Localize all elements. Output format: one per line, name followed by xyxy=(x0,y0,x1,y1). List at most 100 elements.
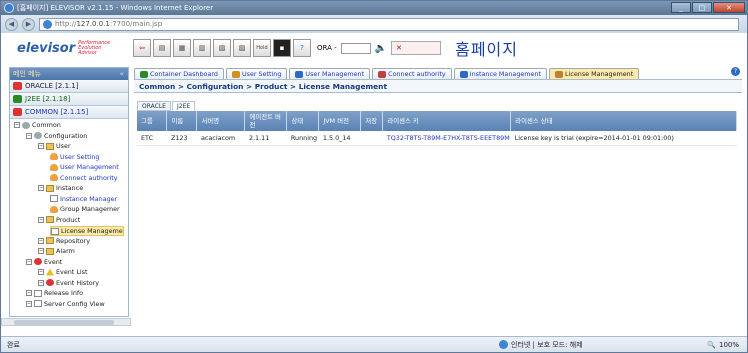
tree-item-label: Event xyxy=(44,257,63,266)
tab-label: Instance Management xyxy=(469,70,542,78)
column-header[interactable]: 저장 xyxy=(360,111,384,131)
section-j2ee[interactable]: J2EE [2.1.18] xyxy=(10,93,128,106)
fold-icon xyxy=(46,142,54,150)
section-oracle[interactable]: ORACLE [2.1.1] xyxy=(10,80,128,93)
tree-item-label: Repository xyxy=(56,236,90,245)
tree-item[interactable]: − Instance xyxy=(38,184,83,192)
forward-icon[interactable]: ▶ xyxy=(22,17,35,31)
tree-item[interactable]: − Common xyxy=(14,121,61,129)
doc-icon xyxy=(51,227,59,235)
table-cell: License key is trial (expire=2014-01-01 … xyxy=(510,131,737,146)
table-row[interactable]: ETC Z123 acaciacom 2.1.11 Running 1.5.0_14 TQ3… xyxy=(137,131,737,146)
tree-item-label: Server Config View xyxy=(44,299,105,308)
subtab-oracle[interactable]: ORACLE xyxy=(137,101,171,111)
page-icon xyxy=(43,19,52,29)
tree-item[interactable]: Group Managemer xyxy=(50,205,120,213)
zoom-level[interactable]: 🔍 100% xyxy=(707,341,739,349)
expand-toggle-icon[interactable]: − xyxy=(38,248,44,254)
expand-toggle-icon[interactable]: − xyxy=(38,185,44,191)
tab-icon xyxy=(295,70,304,78)
tab-icon xyxy=(140,70,148,78)
doc-icon xyxy=(50,195,58,202)
tab-label: User Management xyxy=(305,70,365,78)
tree-item[interactable]: License Manageme xyxy=(50,226,124,236)
section-common[interactable]: COMMON [2.1.15] xyxy=(10,106,128,119)
tree-item[interactable]: − User xyxy=(38,142,71,150)
help-icon[interactable]: ? xyxy=(293,39,311,57)
print-icon[interactable]: ▦ xyxy=(173,39,191,57)
column-header[interactable]: JVM 버전 xyxy=(318,111,362,131)
tree-item[interactable]: − Event xyxy=(26,258,62,266)
expand-toggle-icon[interactable]: − xyxy=(38,143,44,149)
address-bar: ◀ ▶ http://127.0.0.1:7700/main.jsp xyxy=(1,15,747,33)
tree-item[interactable]: − Repository xyxy=(38,237,90,245)
tree-item[interactable]: User Setting xyxy=(50,153,99,161)
report-icon[interactable]: ▧ xyxy=(213,39,231,57)
expand-toggle-icon[interactable]: − xyxy=(26,258,32,265)
column-header[interactable]: 그룹 xyxy=(137,111,168,131)
tree-item-label: Configuration xyxy=(44,131,88,140)
collapse-icon[interactable]: « xyxy=(120,68,124,80)
tree-item[interactable]: Connect authority xyxy=(50,174,118,182)
hold-icon[interactable]: Hold xyxy=(253,39,271,57)
tree-item[interactable]: − Server Config View xyxy=(26,300,105,308)
exit-icon[interactable]: ⇦ xyxy=(133,39,151,57)
column-header[interactable]: 라이센스 키 xyxy=(382,111,512,131)
expand-toggle-icon[interactable]: − xyxy=(26,132,32,139)
back-icon[interactable]: ◀ xyxy=(5,17,18,31)
menu-tree: − Common − Configuration − User User Setting Us… xyxy=(10,119,128,309)
warn-icon xyxy=(46,268,54,276)
window-title: [홈페이지] ELEVISOR v2.1.15 - Windows Intern… xyxy=(17,4,214,12)
help-icon-small[interactable]: ? xyxy=(731,67,740,76)
evt-icon xyxy=(34,258,42,265)
expand-toggle-icon[interactable]: − xyxy=(38,269,44,275)
expand-toggle-icon[interactable]: − xyxy=(38,216,44,223)
url-field[interactable]: http://127.0.0.1:7700/main.jsp xyxy=(39,17,739,31)
tree-item[interactable]: − Configuration xyxy=(26,132,87,140)
maximize-button[interactable]: □ xyxy=(692,2,712,13)
tab[interactable]: User Management xyxy=(289,68,371,79)
tab[interactable]: Container Dashboard xyxy=(134,68,224,79)
export-icon[interactable]: ▥ xyxy=(193,39,211,57)
tree-item[interactable]: − Alarm xyxy=(38,247,75,255)
table-cell: 1.5.0_14 xyxy=(318,131,361,146)
expand-toggle-icon[interactable]: − xyxy=(26,290,32,296)
chart-icon[interactable]: ▨ xyxy=(233,39,251,57)
column-header[interactable]: 라이센스 상태 xyxy=(510,111,737,131)
logo-tagline: Performance Evolution Advisor xyxy=(78,39,111,56)
ora-field[interactable] xyxy=(340,42,371,54)
close-button[interactable]: ✕ xyxy=(713,2,745,13)
sidebar-scrollbar[interactable] xyxy=(1,318,131,326)
tab[interactable]: User Setting xyxy=(225,68,288,79)
alert-indicator[interactable]: ✕ xyxy=(391,41,442,55)
subtab-j2ee[interactable]: J2EE xyxy=(171,101,196,111)
tree-item[interactable]: − Event History xyxy=(38,279,99,287)
tree-item[interactable]: − Release Info xyxy=(26,289,83,297)
zoom-icon: 🔍 xyxy=(707,340,716,349)
usr-icon xyxy=(50,205,58,213)
tree-item[interactable]: − Product xyxy=(38,216,80,224)
minimize-button[interactable]: _ xyxy=(671,2,691,13)
tree-item[interactable]: User Management xyxy=(50,163,119,171)
tab-icon xyxy=(459,70,468,78)
table-cell: acaciacom xyxy=(196,131,245,146)
column-header[interactable]: 에이전트 버전 xyxy=(244,111,288,131)
table-cell: TQ32-T8TS-T89M-E7HX-T8TS-EEET89M xyxy=(382,131,511,146)
column-header[interactable]: 이름 xyxy=(166,111,198,131)
column-header[interactable]: 서버명 xyxy=(196,111,246,131)
tab[interactable]: Instance Management xyxy=(453,68,548,79)
terminal-icon[interactable]: ▪ xyxy=(273,39,291,57)
table-header: 그룹 이름 서버명 에이전트 버전 상태 JVM 버전 저장 라이센스 키 라이센스 상태 xyxy=(137,111,737,131)
expand-toggle-icon[interactable]: − xyxy=(14,122,20,128)
tab[interactable]: Connect authority xyxy=(372,68,452,79)
column-header[interactable]: 상태 xyxy=(286,111,320,131)
expand-toggle-icon[interactable]: − xyxy=(38,279,44,286)
subtabs: ORACLE J2EE xyxy=(137,101,196,111)
expand-toggle-icon[interactable]: − xyxy=(26,300,32,307)
tab[interactable]: License Management xyxy=(549,68,640,79)
speaker-icon[interactable]: 🔈 xyxy=(375,43,387,54)
tree-item[interactable]: − Event List xyxy=(38,268,88,276)
expand-toggle-icon[interactable]: − xyxy=(38,237,44,244)
tree-item[interactable]: Instance Manager xyxy=(50,195,117,203)
monitor-icon[interactable]: ▤ xyxy=(153,39,171,57)
